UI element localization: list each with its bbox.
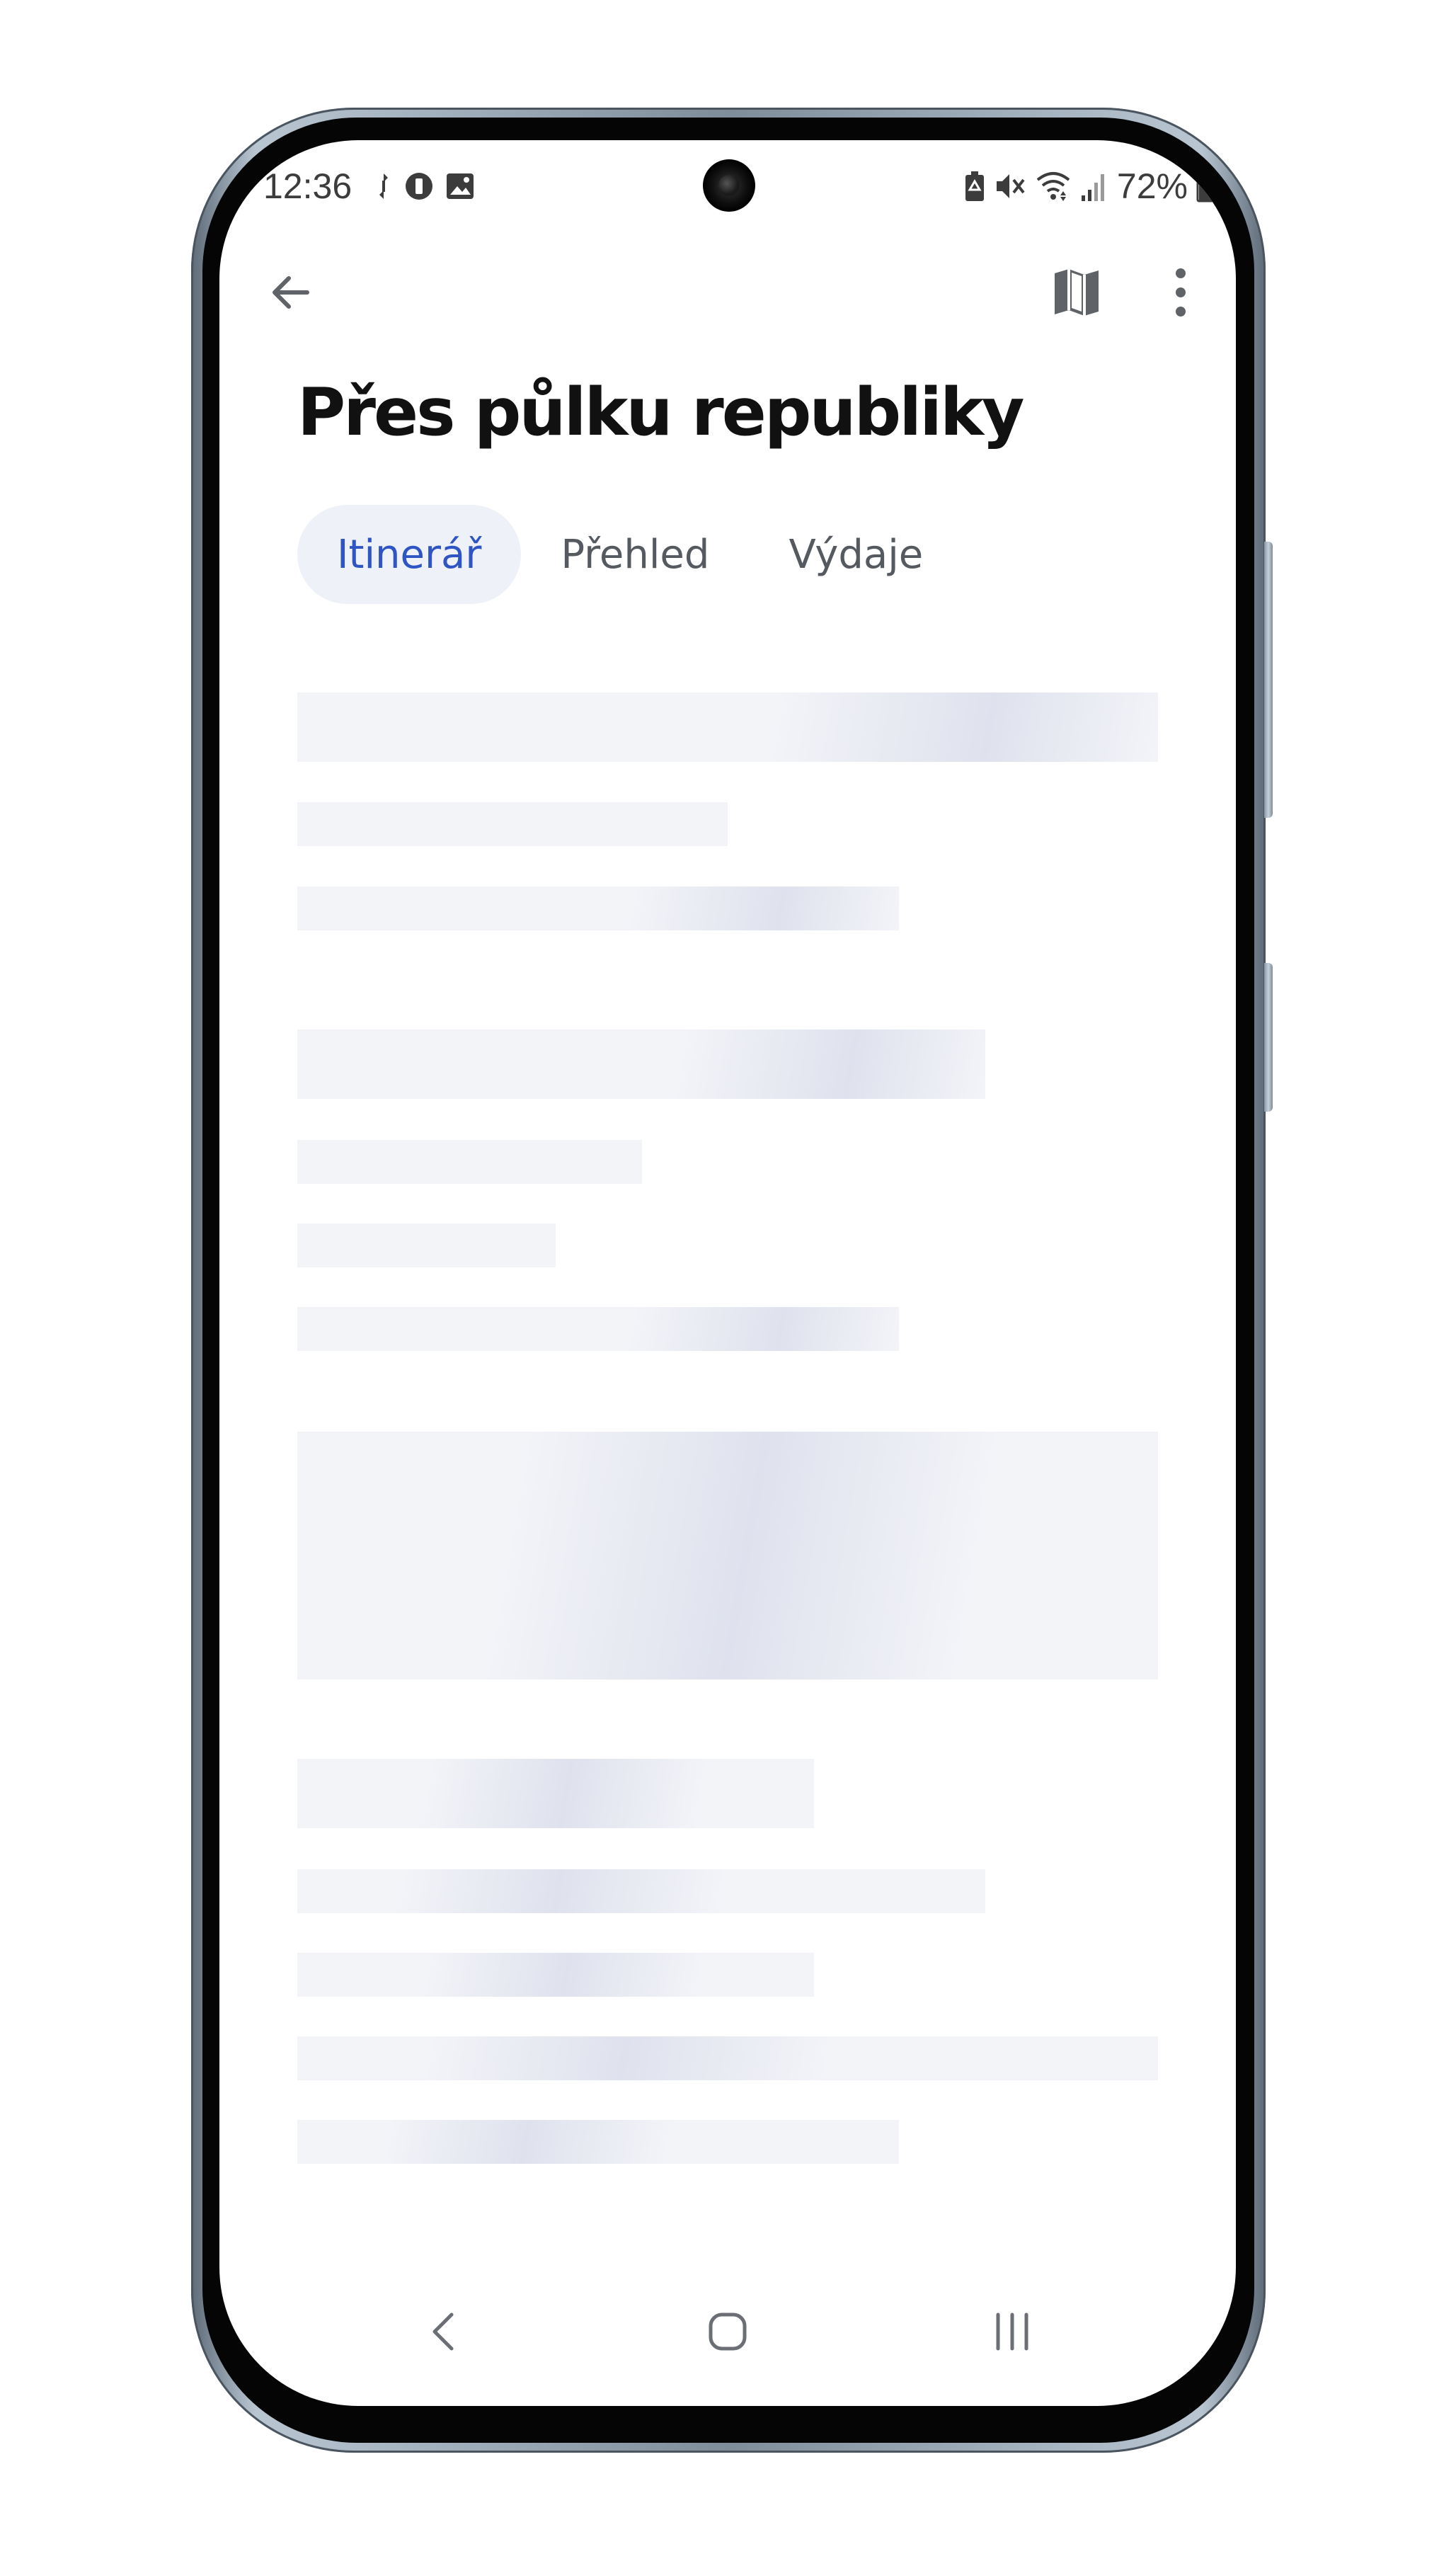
tab-expenses[interactable]: Výdaje — [749, 505, 963, 604]
battery-saver-icon — [964, 170, 985, 203]
signal-icon — [1080, 170, 1108, 203]
status-right-icons: 72% — [964, 161, 1215, 211]
skeleton-heading — [297, 692, 1158, 762]
skeleton-line — [297, 802, 728, 846]
tab-overview[interactable]: Přehled — [521, 505, 749, 604]
data-saver-icon — [403, 171, 435, 202]
wifi-icon — [1035, 170, 1072, 203]
nav-back-button[interactable] — [386, 2286, 500, 2378]
volume-key — [1264, 542, 1273, 818]
status-time: 12:36 — [263, 166, 352, 206]
skeleton-image — [297, 1432, 1158, 1680]
device-stage: 12:36 72% Přes půlku republiky Itinerář … — [0, 0, 1456, 2549]
back-button[interactable] — [251, 253, 329, 331]
skeleton-line — [297, 2036, 1158, 2080]
status-bar: 12:36 72% — [219, 161, 1236, 211]
skeleton-line — [297, 1140, 642, 1184]
skeleton-line — [297, 1307, 899, 1351]
map-button[interactable] — [1038, 253, 1116, 331]
skeleton-line — [297, 1224, 556, 1267]
page-title: Přes půlku republiky — [297, 374, 1024, 450]
image-icon — [445, 171, 476, 202]
power-key — [1264, 963, 1273, 1112]
skeleton-line — [297, 1953, 814, 1997]
nav-home-icon — [709, 2313, 747, 2351]
nav-back-icon — [432, 2313, 454, 2351]
skeleton-line — [297, 1869, 985, 1913]
mute-icon — [994, 170, 1026, 203]
arrow-left-icon — [273, 276, 309, 309]
battery-icon — [1196, 170, 1215, 203]
nav-recents-icon — [996, 2313, 1028, 2351]
status-left-icons — [374, 170, 476, 203]
screen: 12:36 72% Přes půlku republiky Itinerář … — [219, 140, 1236, 2406]
skeleton-heading — [297, 1030, 985, 1099]
sync-icon — [374, 171, 394, 202]
more-vert-icon — [1176, 268, 1186, 317]
skeleton-heading — [297, 1759, 814, 1828]
loading-skeleton — [297, 692, 1158, 2179]
skeleton-line — [297, 886, 899, 930]
tab-bar: Itinerář Přehled Výdaje — [297, 505, 963, 604]
skeleton-line — [297, 2120, 899, 2164]
battery-percent: 72% — [1116, 166, 1188, 206]
app-bar — [219, 246, 1236, 338]
system-nav-bar — [219, 2286, 1236, 2378]
map-icon — [1055, 269, 1099, 316]
more-options-button[interactable] — [1142, 253, 1220, 331]
tab-itinerary[interactable]: Itinerář — [297, 505, 522, 604]
nav-home-button[interactable] — [671, 2286, 784, 2378]
nav-recents-button[interactable] — [956, 2286, 1069, 2378]
